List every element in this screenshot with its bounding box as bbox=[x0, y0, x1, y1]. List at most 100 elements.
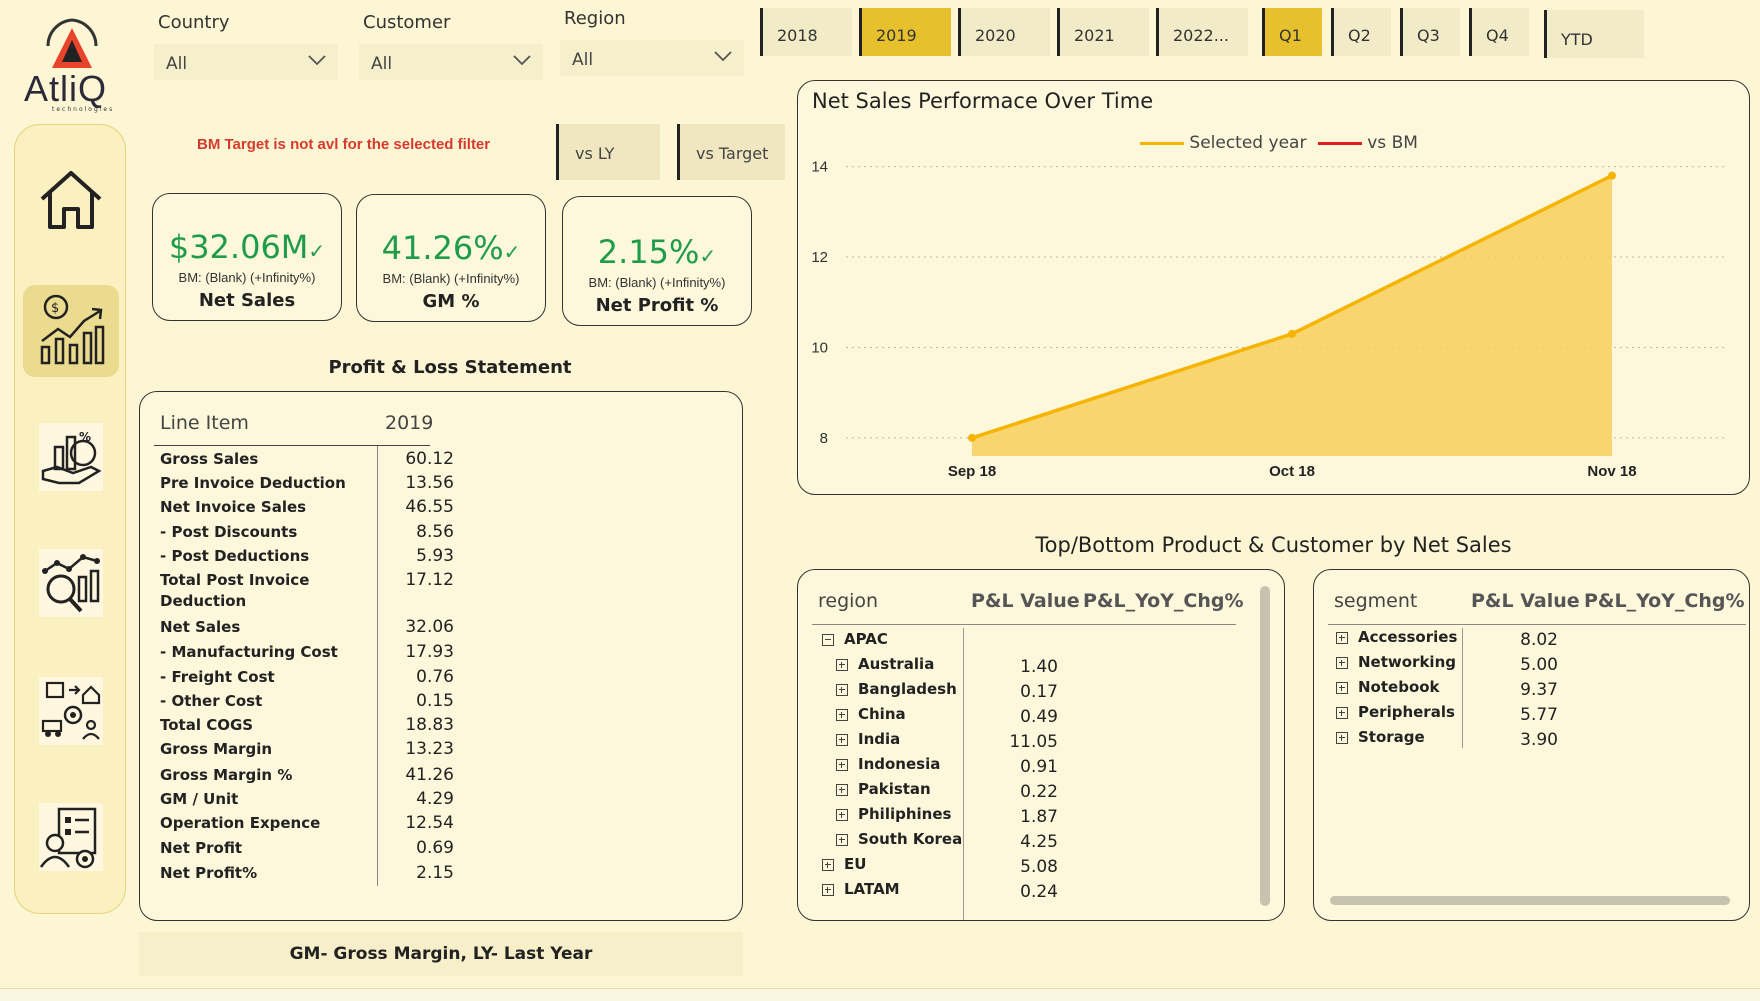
region-row-value: 0.17 bbox=[1020, 682, 1058, 702]
expand-minus-icon[interactable] bbox=[822, 633, 834, 646]
filter-country-value: All bbox=[166, 54, 188, 74]
pl-row-value: 13.23 bbox=[405, 739, 454, 759]
nav-supply-chain-view[interactable] bbox=[23, 665, 119, 757]
region-row-value: 1.40 bbox=[1020, 657, 1058, 677]
slicer-ytd[interactable]: YTD bbox=[1544, 10, 1644, 58]
check-icon: ✓ bbox=[503, 240, 521, 264]
region-row-cell: India bbox=[836, 730, 900, 748]
region-row-cell: Pakistan bbox=[836, 780, 931, 798]
pl-row-label: Gross Margin bbox=[160, 740, 273, 758]
pl-header-year: 2019 bbox=[385, 412, 434, 434]
expand-plus-icon[interactable] bbox=[1336, 681, 1348, 694]
slicer-year-2021[interactable]: 2021 bbox=[1057, 8, 1149, 56]
region-row-cell: EU bbox=[822, 855, 866, 873]
check-icon: ✓ bbox=[699, 244, 717, 268]
expand-plus-icon[interactable] bbox=[1336, 656, 1348, 669]
region-header-value: P&L Value bbox=[971, 590, 1080, 612]
region-header-region: region bbox=[818, 590, 879, 612]
kpi-net-profit-label: Net Profit % bbox=[595, 295, 719, 316]
segment-table: segment P&L Value P&L_YoY_Chg% Accessori… bbox=[1313, 569, 1750, 921]
expand-plus-icon[interactable] bbox=[836, 708, 848, 721]
expand-plus-icon[interactable] bbox=[1336, 631, 1348, 644]
expand-plus-icon[interactable] bbox=[836, 658, 848, 671]
slicer-quarter-q2[interactable]: Q2 bbox=[1331, 8, 1391, 56]
bm-warning-text: BM Target is not avl for the selected fi… bbox=[197, 136, 491, 153]
toggle-vs-ly[interactable]: vs LY bbox=[556, 124, 660, 180]
pl-row-value: 13.56 bbox=[405, 473, 454, 493]
filter-region-value: All bbox=[572, 50, 594, 70]
slicer-year-2019[interactable]: 2019 bbox=[859, 8, 951, 56]
nav-finance-view[interactable]: $ bbox=[23, 285, 119, 377]
x-tick-label: Nov 18 bbox=[1587, 463, 1636, 480]
x-tick-label: Oct 18 bbox=[1269, 463, 1315, 480]
expand-plus-icon[interactable] bbox=[822, 883, 834, 896]
kpi-net-profit-value: 2.15% bbox=[597, 233, 700, 271]
segment-row-value: 5.00 bbox=[1520, 655, 1558, 675]
slicer-quarter-q4[interactable]: Q4 bbox=[1469, 8, 1529, 56]
segment-header-segment: segment bbox=[1334, 590, 1418, 612]
pl-row-value: 5.93 bbox=[416, 546, 454, 566]
region-row-value: 0.24 bbox=[1020, 882, 1058, 902]
kpi-net-profit-bm: BM: (Blank) (+Infinity%) bbox=[588, 275, 726, 290]
pl-table: Line Item 2019 Gross Sales 60.12 Pre Invoi… bbox=[139, 391, 743, 921]
region-table: region P&L Value P&L_YoY_Chg% APAC Austra… bbox=[797, 569, 1285, 921]
data-point[interactable] bbox=[1288, 329, 1296, 338]
filter-customer-select[interactable]: All bbox=[359, 44, 543, 80]
region-row-value: 0.91 bbox=[1020, 757, 1058, 777]
pl-row-label: Pre Invoice Deduction bbox=[160, 474, 346, 492]
pl-header-divider bbox=[154, 445, 430, 446]
nav-marketing-view[interactable] bbox=[23, 537, 119, 629]
expand-plus-icon[interactable] bbox=[836, 783, 848, 796]
pl-row-value: 32.06 bbox=[405, 617, 454, 637]
nav-home[interactable] bbox=[23, 157, 119, 249]
net-sales-chart: Net Sales Performace Over Time Selected … bbox=[797, 80, 1750, 495]
toggle-vs-target[interactable]: vs Target bbox=[677, 124, 785, 180]
expand-plus-icon[interactable] bbox=[836, 758, 848, 771]
data-point[interactable] bbox=[968, 433, 976, 442]
slicer-year-2020[interactable]: 2020 bbox=[958, 8, 1050, 56]
region-header-divider bbox=[812, 624, 1236, 625]
pl-row-label: Net Profit% bbox=[160, 864, 258, 882]
pl-row-value: 17.12 bbox=[405, 570, 454, 590]
expand-plus-icon[interactable] bbox=[836, 833, 848, 846]
region-row-label: China bbox=[858, 705, 906, 723]
filter-region-select[interactable]: All bbox=[560, 40, 744, 76]
region-scrollbar[interactable] bbox=[1260, 586, 1270, 906]
expand-plus-icon[interactable] bbox=[1336, 706, 1348, 719]
segment-scrollbar-h[interactable] bbox=[1330, 896, 1730, 905]
pl-row-value: 0.69 bbox=[416, 838, 454, 858]
expand-plus-icon[interactable] bbox=[1336, 731, 1348, 744]
region-row-label: LATAM bbox=[844, 880, 900, 898]
pl-row-label: Net Invoice Sales bbox=[160, 498, 307, 516]
y-tick-label: 8 bbox=[820, 430, 828, 447]
region-row-cell: South Korea bbox=[836, 830, 962, 848]
segment-row-value: 5.77 bbox=[1520, 705, 1558, 725]
pl-row-value: 0.15 bbox=[416, 691, 454, 711]
expand-plus-icon[interactable] bbox=[836, 733, 848, 746]
slicer-quarter-q1[interactable]: Q1 bbox=[1262, 8, 1322, 56]
segment-row-label: Notebook bbox=[1358, 678, 1440, 696]
pl-row-value: 2.15 bbox=[416, 863, 454, 883]
nav-executive-view[interactable] bbox=[23, 791, 119, 883]
supply-chain-icon bbox=[41, 681, 101, 740]
chevron-down-icon bbox=[308, 55, 326, 66]
slicer-quarter-q3[interactable]: Q3 bbox=[1400, 8, 1460, 56]
pl-row-label: Net Sales bbox=[160, 618, 241, 636]
chart-plot: 8 10 12 14 Sep 18 Oct 18 Nov 18 bbox=[811, 159, 1728, 480]
expand-plus-icon[interactable] bbox=[836, 683, 848, 696]
nav-sales-view[interactable]: % bbox=[23, 411, 119, 503]
expand-plus-icon[interactable] bbox=[822, 858, 834, 871]
data-point[interactable] bbox=[1608, 171, 1616, 180]
filter-country-select[interactable]: All bbox=[154, 44, 338, 80]
kpi-gm-value: 41.26% bbox=[381, 229, 504, 267]
region-row-label: EU bbox=[844, 855, 867, 873]
chevron-down-icon bbox=[714, 51, 732, 62]
slicer-year-2022[interactable]: 2022... bbox=[1156, 8, 1248, 56]
region-row-value: 4.25 bbox=[1020, 832, 1058, 852]
pl-row-label: Total COGS bbox=[160, 716, 254, 734]
expand-plus-icon[interactable] bbox=[836, 808, 848, 821]
slicer-year-2018[interactable]: 2018 bbox=[760, 8, 852, 56]
svg-text:%: % bbox=[79, 430, 91, 444]
brand-logo: AtliQ technologies bbox=[22, 14, 122, 113]
pl-title: Profit & Loss Statement bbox=[328, 357, 572, 378]
